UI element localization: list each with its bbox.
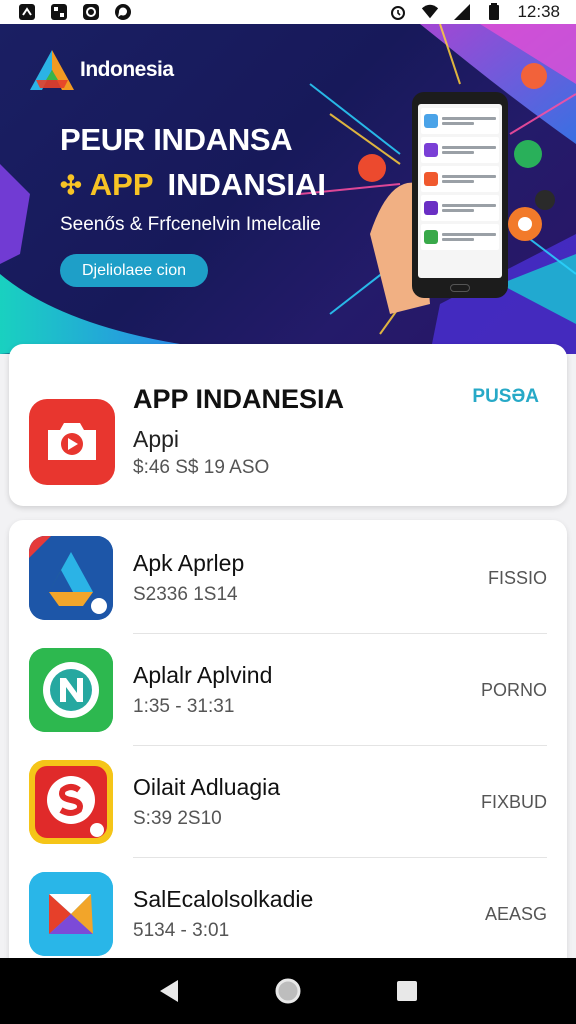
featured-action-button[interactable]: PUSƏA <box>472 386 539 408</box>
promo-banner[interactable]: Indonesia PEUR INDANSA ✣ APP INDANSIAI S… <box>0 24 576 354</box>
battery-icon <box>485 3 503 21</box>
app-action-button[interactable]: PORNO <box>481 680 547 701</box>
phone-list-row <box>421 108 499 134</box>
alarm-icon <box>389 3 407 21</box>
banner-headline-2: ✣ APP INDANSIAI <box>60 167 326 203</box>
sync-icon <box>82 3 100 21</box>
navigation-bar <box>0 958 576 1024</box>
status-bar: 12:38 <box>0 0 576 24</box>
status-left-icons <box>18 3 132 21</box>
app-action-button[interactable]: AEASG <box>485 904 547 925</box>
featured-title: APP INDANESIA <box>133 384 345 414</box>
brand-a-icon <box>30 50 74 90</box>
list-item[interactable]: Oilait Adluagia S:39 2S10 FIXBUD <box>9 746 567 858</box>
notification-icon <box>18 3 36 21</box>
banner-cta-button[interactable]: Djeliolaee cion <box>60 254 208 287</box>
home-icon[interactable] <box>268 971 308 1011</box>
featured-meta: $:46 S$ 19 ASO <box>133 457 270 478</box>
app-name: Apk Aprlep <box>133 550 245 576</box>
whatsapp-icon <box>114 3 132 21</box>
brand-logo: Indonesia <box>28 48 174 92</box>
n-app-icon <box>29 648 113 732</box>
list-item[interactable]: Apk Aprlep S2336 1S14 FISSIO <box>9 522 567 634</box>
app-meta: S:39 2S10 <box>133 808 222 829</box>
wifi-icon <box>421 3 439 21</box>
recents-icon[interactable] <box>387 971 427 1011</box>
app-action-button[interactable]: FISSIO <box>488 568 547 589</box>
list-item[interactable]: Aplalr Aplvind 1:35 - 31:31 PORNO <box>9 634 567 746</box>
phone-list-row <box>421 166 499 192</box>
brand-name: Indonesia <box>80 58 174 81</box>
app-list: Apk Aprlep S2336 1S14 FISSIO Aplalr Aplv… <box>9 520 567 980</box>
screen: 12:38 Indonesia PEUR INDANSA ✣ APP INDAN… <box>0 0 576 1024</box>
play-app-icon <box>29 872 113 956</box>
status-time: 12:38 <box>517 2 560 21</box>
back-icon[interactable] <box>149 971 189 1011</box>
phone-list-row <box>421 195 499 221</box>
headline-rest: INDANSIAI <box>167 167 326 202</box>
app-meta: 1:35 - 31:31 <box>133 696 235 717</box>
banner-tagline: Seenős & Frfcenelvin Imelcalie <box>60 214 321 235</box>
phone-illustration <box>412 92 508 298</box>
status-right-icons: 12:38 <box>389 2 560 22</box>
headline-app-word: APP <box>89 167 154 202</box>
list-item[interactable]: SalEcalolsolkadie 5134 - 3:01 AEASG <box>9 858 567 970</box>
s-app-icon <box>29 760 113 844</box>
phone-list-row <box>421 137 499 163</box>
banner-headline: PEUR INDANSA <box>60 122 293 157</box>
phone-home-button <box>450 284 470 292</box>
app-meta: 5134 - 3:01 <box>133 920 230 941</box>
drive-app-icon <box>29 536 113 620</box>
phone-screen <box>418 104 502 278</box>
app-name: Aplalr Aplvind <box>133 662 273 688</box>
gallery-icon <box>50 3 68 21</box>
app-name: Oilait Adluagia <box>133 774 281 800</box>
phone-list-row <box>421 224 499 250</box>
featured-subtitle: Appi <box>133 426 180 452</box>
app-action-button[interactable]: FIXBUD <box>481 792 547 813</box>
sparkle-icon: ✣ <box>60 169 82 200</box>
signal-icon <box>453 3 471 21</box>
app-meta: S2336 1S14 <box>133 584 238 605</box>
featured-app-card[interactable]: APP INDANESIA Appi $:46 S$ 19 ASO PUSƏA <box>9 344 567 506</box>
camera-app-icon <box>29 399 115 485</box>
app-name: SalEcalolsolkadie <box>133 886 314 912</box>
